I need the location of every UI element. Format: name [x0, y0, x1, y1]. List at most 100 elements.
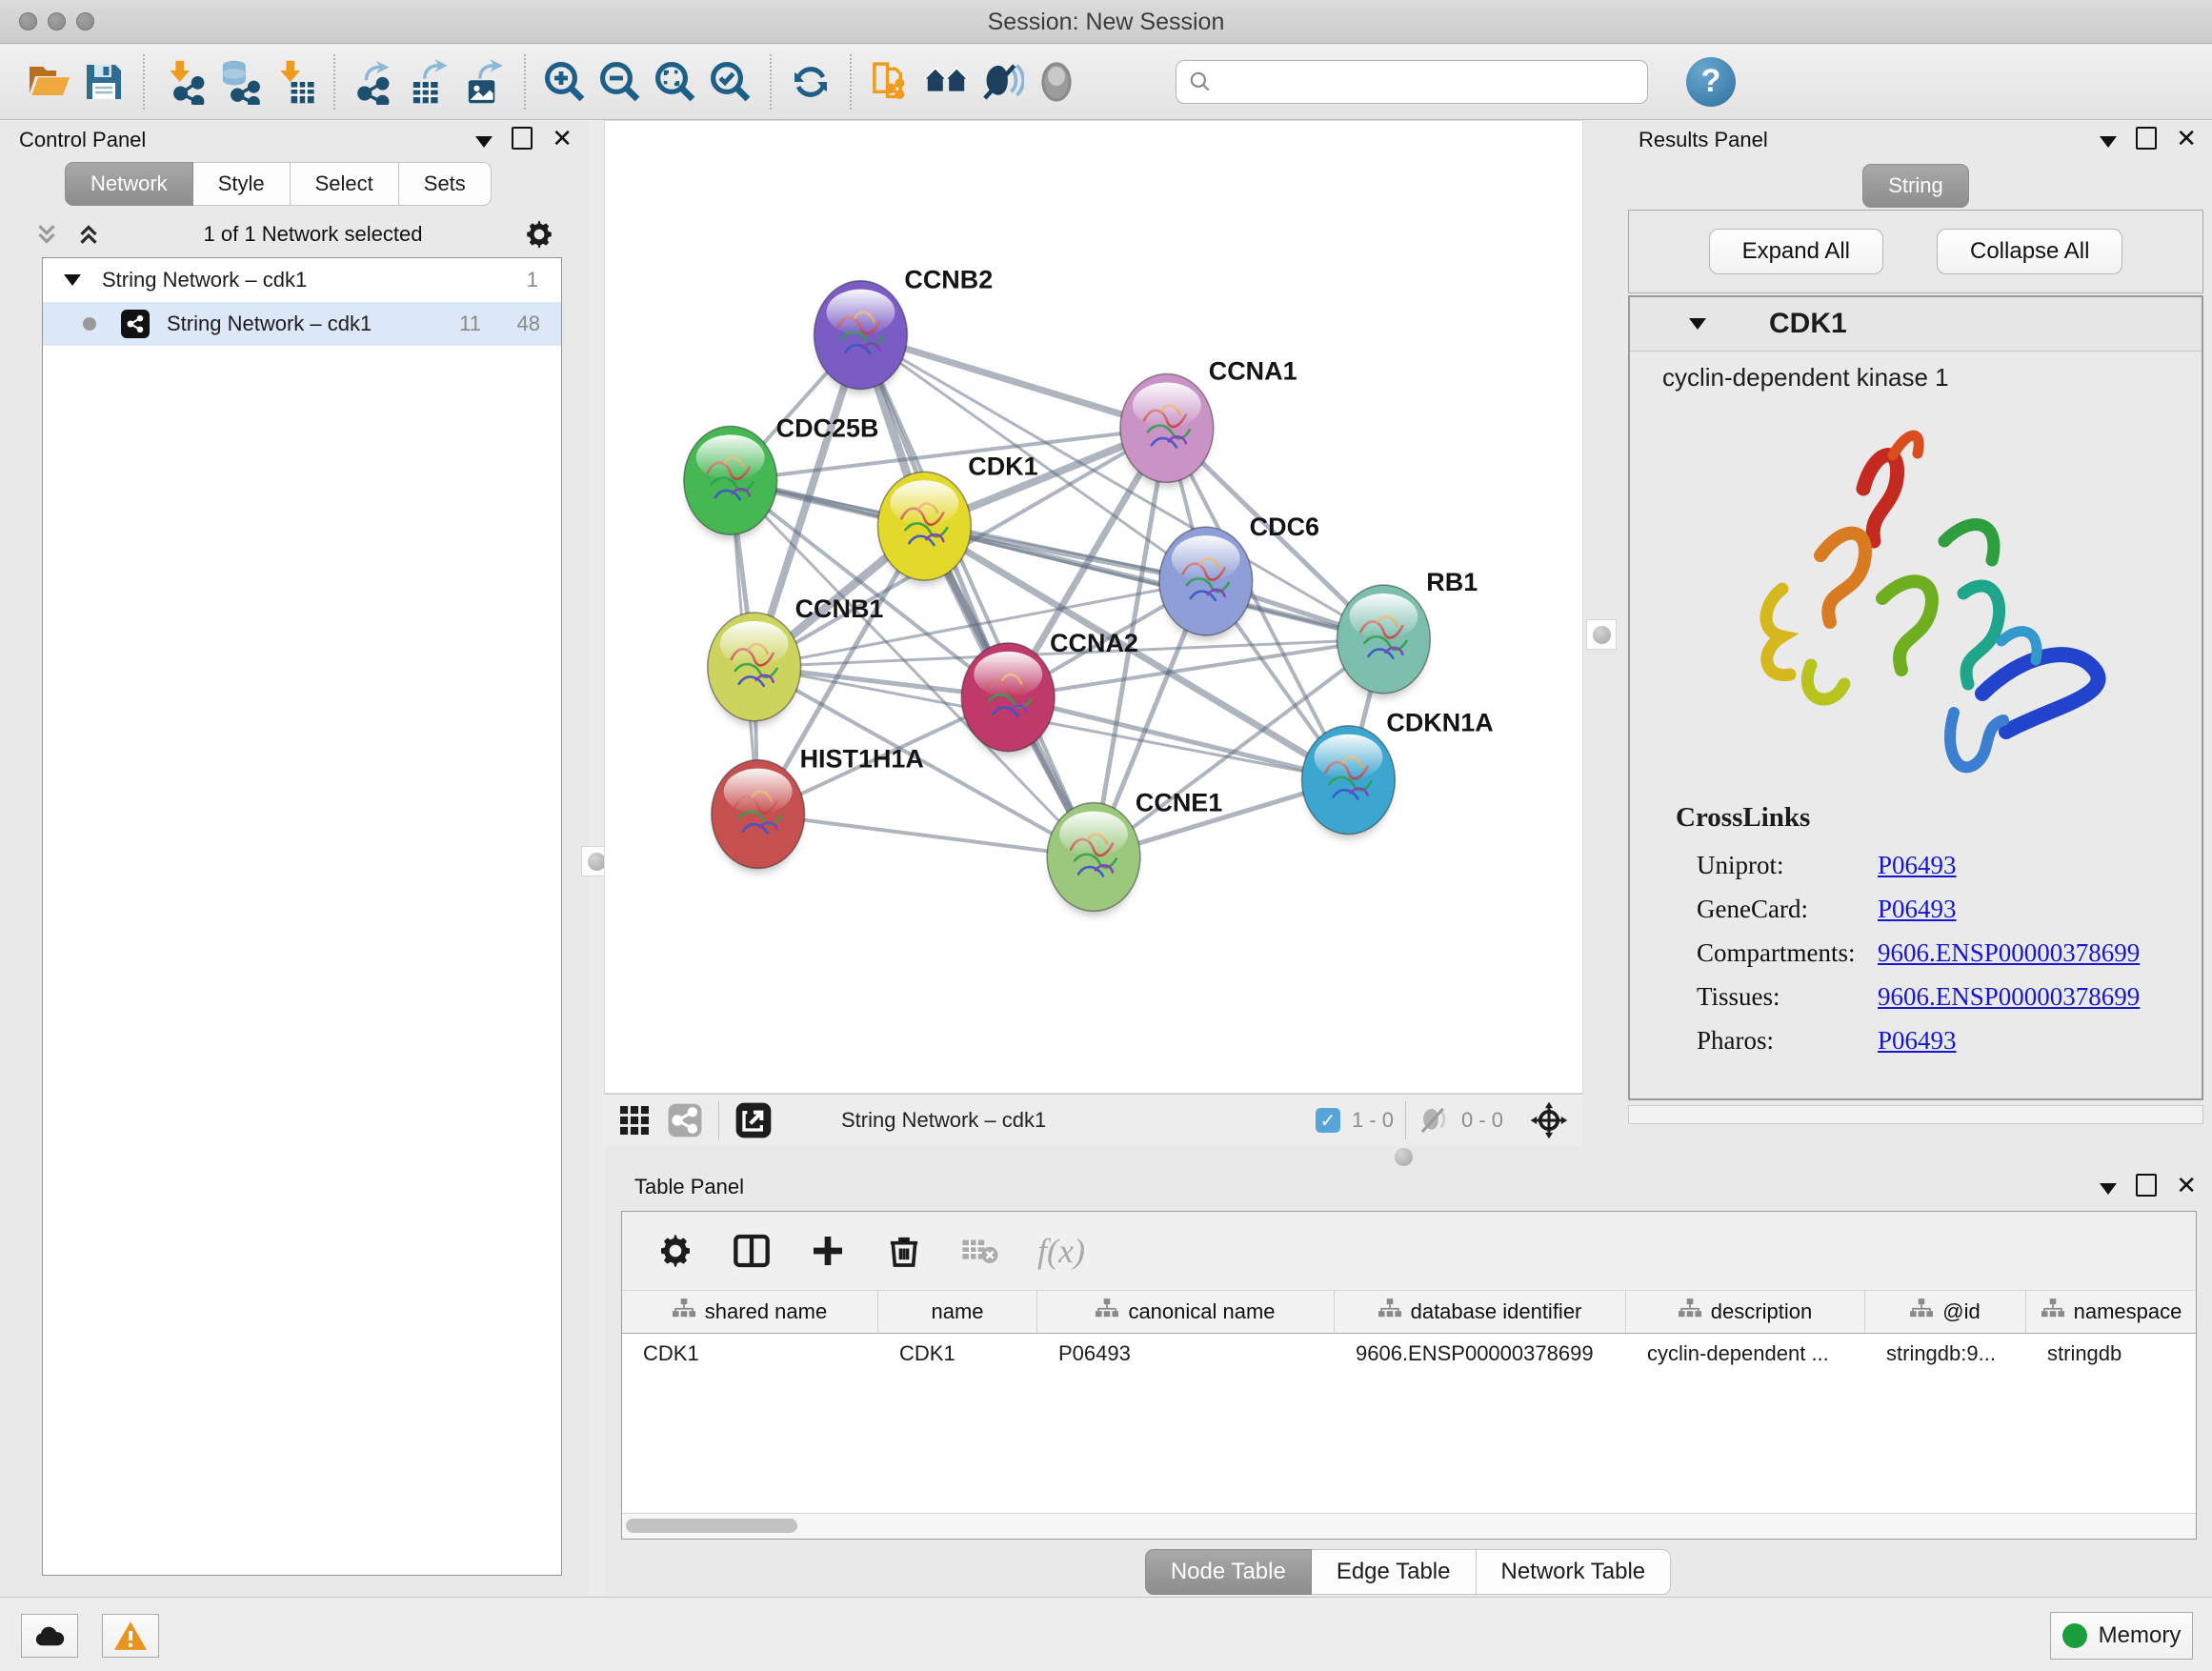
- table-row[interactable]: CDK1CDK1P064939606.ENSP00000378699cyclin…: [622, 1334, 2196, 1374]
- selected-checkbox-icon[interactable]: ✓: [1316, 1108, 1340, 1133]
- panel-menu-icon[interactable]: [475, 136, 493, 148]
- export-image-icon[interactable]: [457, 52, 513, 111]
- network-edge[interactable]: [860, 335, 1094, 857]
- show-columns-icon[interactable]: [733, 1232, 771, 1270]
- column-header-@id[interactable]: @id: [1865, 1291, 2026, 1333]
- expand-all-button[interactable]: Expand All: [1709, 229, 1883, 274]
- table-gear-icon[interactable]: [656, 1232, 694, 1270]
- tab-node-table[interactable]: Node Table: [1145, 1549, 1312, 1595]
- crosslink-value-link[interactable]: P06493: [1878, 1026, 1957, 1056]
- hidden-eye-slash-icon[interactable]: [1418, 1106, 1450, 1135]
- protein-card-header[interactable]: CDK1: [1630, 297, 2202, 352]
- table-cell[interactable]: CDK1: [878, 1334, 1037, 1374]
- column-header-namespace[interactable]: namespace: [2026, 1291, 2196, 1333]
- houses-icon[interactable]: [918, 52, 974, 111]
- tab-style[interactable]: Style: [193, 162, 291, 206]
- crosslink-value-link[interactable]: P06493: [1878, 851, 1957, 880]
- table-cell[interactable]: P06493: [1037, 1334, 1335, 1374]
- network-node-CCNB1[interactable]: [708, 613, 801, 726]
- zoom-selected-icon[interactable]: [703, 52, 758, 111]
- function-builder-icon[interactable]: f(x): [1037, 1231, 1085, 1271]
- tab-sets[interactable]: Sets: [399, 162, 492, 206]
- memory-button[interactable]: Memory: [2050, 1612, 2193, 1660]
- column-header-canonical-name[interactable]: canonical name: [1037, 1291, 1335, 1333]
- network-node-CCNE1[interactable]: [1047, 803, 1140, 916]
- zoom-out-icon[interactable]: [593, 52, 648, 111]
- network-collection-row[interactable]: String Network – cdk1 1: [43, 258, 561, 302]
- delete-column-icon[interactable]: [885, 1232, 923, 1270]
- network-node-CCNB2[interactable]: [814, 281, 908, 394]
- panel-close-icon[interactable]: ✕: [552, 126, 573, 151]
- zoom-in-icon[interactable]: [537, 52, 593, 111]
- panel-menu-icon[interactable]: [2100, 1183, 2117, 1195]
- tab-network-table[interactable]: Network Table: [1477, 1549, 1672, 1595]
- network-node-CCNA1[interactable]: [1120, 373, 1214, 487]
- export-table-icon[interactable]: [402, 52, 457, 111]
- network-edge[interactable]: [860, 335, 1166, 429]
- tab-string[interactable]: String: [1862, 164, 1968, 208]
- warning-button[interactable]: [102, 1614, 159, 1658]
- search-box[interactable]: [1176, 60, 1648, 104]
- network-row[interactable]: String Network – cdk1 11 48: [43, 302, 561, 346]
- eye-slash-icon[interactable]: [974, 52, 1029, 111]
- horizontal-splitter-handle[interactable]: [1395, 1148, 1413, 1166]
- network-node-RB1[interactable]: [1337, 585, 1430, 698]
- delete-table-icon[interactable]: [961, 1232, 999, 1270]
- table-cell[interactable]: cyclin-dependent ...: [1626, 1334, 1865, 1374]
- table-cell[interactable]: CDK1: [622, 1334, 878, 1374]
- share-view-icon[interactable]: [667, 1102, 703, 1138]
- zoom-fit-icon[interactable]: [648, 52, 703, 111]
- panel-close-icon[interactable]: ✕: [2176, 126, 2197, 151]
- network-edge[interactable]: [758, 815, 1094, 857]
- search-input[interactable]: [1213, 69, 1617, 95]
- crosslink-value-link[interactable]: 9606.ENSP00000378699: [1878, 982, 2140, 1012]
- network-node-CDC25B[interactable]: [684, 426, 777, 539]
- collapse-entry-icon[interactable]: [1689, 318, 1706, 330]
- panel-float-icon[interactable]: [512, 127, 533, 150]
- table-cell[interactable]: stringdb:9...: [1865, 1334, 2026, 1374]
- collapse-all-icon[interactable]: [32, 220, 61, 249]
- panel-close-icon[interactable]: ✕: [2176, 1173, 2197, 1198]
- network-node-CDC6[interactable]: [1159, 527, 1253, 640]
- tab-edge-table[interactable]: Edge Table: [1312, 1549, 1477, 1595]
- results-scrollbar-track[interactable]: [1628, 1105, 2203, 1124]
- column-header-name[interactable]: name: [878, 1291, 1037, 1333]
- import-table-icon[interactable]: [267, 52, 322, 111]
- tab-select[interactable]: Select: [291, 162, 399, 206]
- add-column-icon[interactable]: [809, 1232, 847, 1270]
- column-header-database-identifier[interactable]: database identifier: [1335, 1291, 1626, 1333]
- network-node-HIST1H1A[interactable]: [712, 760, 805, 874]
- crosshair-icon[interactable]: [1528, 1099, 1570, 1141]
- crosslink-value-link[interactable]: 9606.ENSP00000378699: [1878, 938, 2140, 968]
- refresh-icon[interactable]: [783, 52, 838, 111]
- panel-menu-icon[interactable]: [2100, 136, 2117, 148]
- right-splitter-handle[interactable]: [1586, 619, 1617, 650]
- column-header-description[interactable]: description: [1626, 1291, 1865, 1333]
- export-network-icon[interactable]: [347, 52, 402, 111]
- import-network-icon[interactable]: [156, 52, 211, 111]
- save-floppy-icon[interactable]: [76, 52, 131, 111]
- panel-float-icon[interactable]: [2136, 127, 2157, 150]
- expand-all-icon[interactable]: [74, 220, 103, 249]
- network-node-CDKN1A[interactable]: [1302, 726, 1396, 839]
- table-hscrollbar[interactable]: [622, 1513, 2196, 1539]
- document-share-icon[interactable]: [863, 52, 918, 111]
- open-folder-icon[interactable]: [21, 52, 76, 111]
- panel-float-icon[interactable]: [2136, 1174, 2157, 1197]
- cloud-button[interactable]: [21, 1614, 78, 1658]
- eye-icon[interactable]: [1029, 52, 1084, 111]
- grid-view-icon[interactable]: [617, 1103, 652, 1137]
- tab-network[interactable]: Network: [65, 162, 193, 206]
- tree-expand-icon[interactable]: [64, 274, 81, 286]
- table-cell[interactable]: stringdb: [2026, 1334, 2196, 1374]
- collapse-all-button[interactable]: Collapse All: [1937, 229, 2122, 274]
- crosslink-value-link[interactable]: P06493: [1878, 895, 1957, 924]
- open-in-new-icon[interactable]: [734, 1101, 773, 1139]
- help-button[interactable]: ?: [1686, 57, 1736, 107]
- table-cell[interactable]: 9606.ENSP00000378699: [1335, 1334, 1626, 1374]
- column-header-shared-name[interactable]: shared name: [622, 1291, 878, 1333]
- network-view-canvas[interactable]: CCNB2CCNA1CDC25BCDK1CDC6RB1CCNB1CCNA2CDK…: [604, 120, 1583, 1094]
- table-hscrollbar-thumb[interactable]: [626, 1519, 797, 1533]
- import-database-icon[interactable]: [211, 52, 267, 111]
- gear-icon[interactable]: [523, 218, 555, 251]
